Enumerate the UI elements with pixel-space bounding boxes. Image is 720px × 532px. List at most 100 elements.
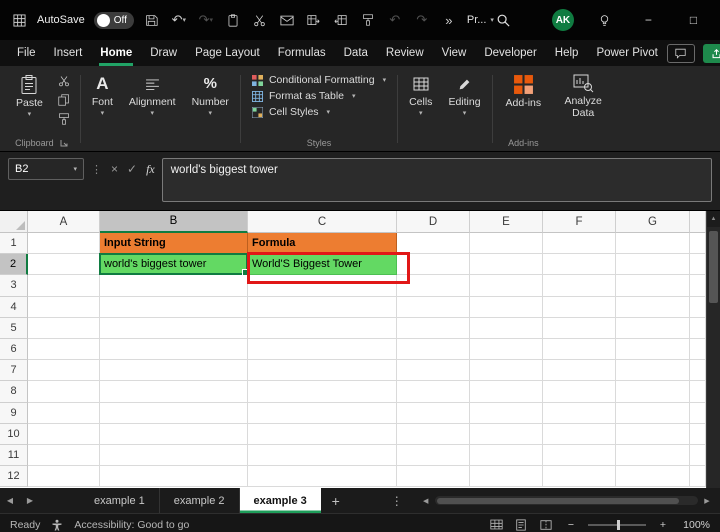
cell-E2[interactable] xyxy=(470,254,543,276)
cell-B7[interactable] xyxy=(100,360,248,382)
menu-tab-review[interactable]: Review xyxy=(377,41,433,66)
cell-G10[interactable] xyxy=(616,423,690,445)
menu-tab-file[interactable]: File xyxy=(8,41,45,66)
copy-icon[interactable] xyxy=(55,92,73,108)
cell-C10[interactable] xyxy=(248,423,397,445)
menu-tab-help[interactable]: Help xyxy=(546,41,588,66)
cell-G11[interactable] xyxy=(616,445,690,467)
app-grid-icon[interactable] xyxy=(10,10,28,30)
cell-C12[interactable] xyxy=(248,466,397,488)
formula-bar-drag-handle[interactable]: ⋮ xyxy=(91,163,102,176)
number-button[interactable]: % Number ▾ xyxy=(184,69,237,137)
undo-history-icon[interactable]: ↶ xyxy=(386,10,404,30)
lightbulb-icon[interactable] xyxy=(596,10,614,30)
menu-tab-insert[interactable]: Insert xyxy=(45,41,92,66)
cell-C4[interactable] xyxy=(248,296,397,318)
menu-tab-data[interactable]: Data xyxy=(335,41,377,66)
cell-B1[interactable]: Input String xyxy=(100,233,248,255)
menu-tab-view[interactable]: View xyxy=(433,41,476,66)
row-header-8[interactable]: 8 xyxy=(0,381,28,403)
alignment-button[interactable]: Alignment ▾ xyxy=(121,69,184,137)
mail-icon[interactable] xyxy=(278,10,296,30)
clipboard-quick-icon[interactable] xyxy=(224,10,242,30)
redo-icon[interactable]: ↷ ▾ xyxy=(197,10,215,30)
cell-G8[interactable] xyxy=(616,381,690,403)
cell-G1[interactable] xyxy=(616,233,690,255)
close-button[interactable]: × xyxy=(716,0,720,40)
cell-D4[interactable] xyxy=(397,296,470,318)
sheet-nav-left-icon[interactable]: ◀ xyxy=(0,488,20,513)
cut-quick-icon[interactable] xyxy=(251,10,269,30)
cell-B4[interactable] xyxy=(100,296,248,318)
normal-view-icon[interactable] xyxy=(488,517,504,532)
cell-G5[interactable] xyxy=(616,317,690,339)
format-painter-icon[interactable] xyxy=(55,111,73,127)
conditional-formatting-button[interactable]: Conditional Formatting ▾ xyxy=(246,72,392,88)
cell-overflow-2[interactable] xyxy=(690,254,706,276)
menu-tab-power-pivot[interactable]: Power Pivot xyxy=(587,41,666,66)
cell-A9[interactable] xyxy=(28,402,100,424)
scroll-up-icon[interactable]: ▲ xyxy=(707,211,720,227)
cell-B11[interactable] xyxy=(100,445,248,467)
cell-F5[interactable] xyxy=(543,317,616,339)
row-header-11[interactable]: 11 xyxy=(0,445,28,467)
cell-D10[interactable] xyxy=(397,423,470,445)
cell-B5[interactable] xyxy=(100,317,248,339)
cell-overflow-3[interactable] xyxy=(690,275,706,297)
zoom-out-button[interactable]: − xyxy=(563,517,579,532)
font-button[interactable]: A Font ▾ xyxy=(84,69,121,137)
scroll-right-icon[interactable]: ▶ xyxy=(700,497,714,505)
cell-B6[interactable] xyxy=(100,339,248,361)
cell-E5[interactable] xyxy=(470,317,543,339)
cell-B9[interactable] xyxy=(100,402,248,424)
cell-overflow-5[interactable] xyxy=(690,317,706,339)
sheet-tab-menu-icon[interactable]: ⋮ xyxy=(377,488,417,513)
cut-icon[interactable] xyxy=(55,73,73,89)
cell-D7[interactable] xyxy=(397,360,470,382)
accessibility-status[interactable]: Accessibility: Good to go xyxy=(74,519,189,531)
column-header-B[interactable]: B xyxy=(100,211,248,233)
cell-D5[interactable] xyxy=(397,317,470,339)
column-header-G[interactable]: G xyxy=(616,211,690,233)
row-header-12[interactable]: 12 xyxy=(0,466,28,488)
insert-function-icon[interactable]: fx xyxy=(146,162,155,177)
cell-C9[interactable] xyxy=(248,402,397,424)
row-header-3[interactable]: 3 xyxy=(0,275,28,297)
zoom-slider-thumb[interactable] xyxy=(617,519,620,530)
row-header-2[interactable]: 2 xyxy=(0,254,28,276)
cell-A12[interactable] xyxy=(28,466,100,488)
cell-F2[interactable] xyxy=(543,254,616,276)
accessibility-icon[interactable] xyxy=(49,517,65,532)
cell-C7[interactable] xyxy=(248,360,397,382)
cells-button[interactable]: Cells ▾ xyxy=(401,69,440,137)
cell-E4[interactable] xyxy=(470,296,543,318)
cell-D8[interactable] xyxy=(397,381,470,403)
cancel-icon[interactable]: × xyxy=(111,162,118,176)
cell-A7[interactable] xyxy=(28,360,100,382)
cell-A5[interactable] xyxy=(28,317,100,339)
cell-C6[interactable] xyxy=(248,339,397,361)
select-all-corner[interactable] xyxy=(0,211,28,233)
cell-E11[interactable] xyxy=(470,445,543,467)
cell-F4[interactable] xyxy=(543,296,616,318)
cell-overflow-6[interactable] xyxy=(690,339,706,361)
sheet-nav-right-icon[interactable]: ▶ xyxy=(20,488,40,513)
vertical-scrollbar-thumb[interactable] xyxy=(709,231,718,303)
column-header-D[interactable]: D xyxy=(397,211,470,233)
minimize-button[interactable]: − xyxy=(626,0,671,40)
name-box[interactable]: B2 ▾ xyxy=(8,158,84,180)
cell-G12[interactable] xyxy=(616,466,690,488)
zoom-level[interactable]: 100% xyxy=(680,519,710,531)
enter-icon[interactable]: ✓ xyxy=(127,162,137,176)
cell-G2[interactable] xyxy=(616,254,690,276)
cell-E8[interactable] xyxy=(470,381,543,403)
cell-A6[interactable] xyxy=(28,339,100,361)
cell-F7[interactable] xyxy=(543,360,616,382)
menu-tab-page-layout[interactable]: Page Layout xyxy=(186,41,269,66)
format-painter-quick-icon[interactable] xyxy=(359,10,377,30)
table-import-icon[interactable] xyxy=(332,10,350,30)
cell-A2[interactable] xyxy=(28,254,100,276)
clipboard-dialog-launcher-icon[interactable] xyxy=(60,139,68,147)
sheet-tab-example-2[interactable]: example 2 xyxy=(160,488,240,513)
sheet-tab-example-1[interactable]: example 1 xyxy=(80,488,160,513)
